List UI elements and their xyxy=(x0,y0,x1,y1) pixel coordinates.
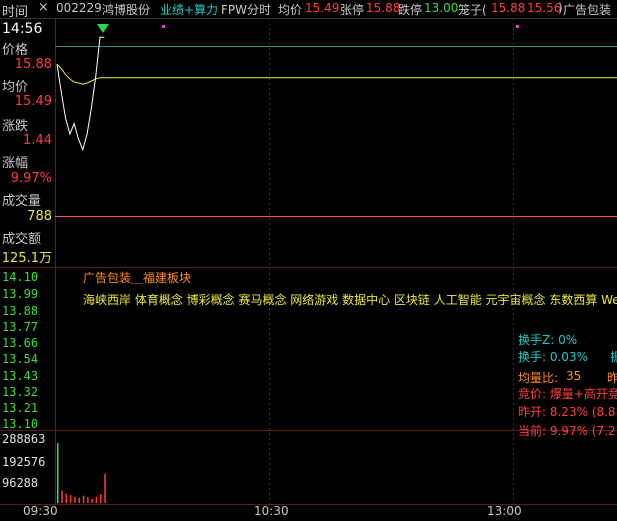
price-line xyxy=(56,36,105,152)
volume-bar xyxy=(69,495,72,503)
turnover: 换手: 0.03% xyxy=(518,350,588,364)
volume-bar xyxy=(57,443,59,503)
volume-bar xyxy=(78,497,80,503)
current-change: 当前: 9.97% (7.2 xyxy=(518,424,616,438)
vol-ratio-label: 均量比: xyxy=(518,371,559,385)
volume-bar xyxy=(61,490,63,503)
turnover-extra: 振 xyxy=(610,350,617,364)
volume-bar xyxy=(104,473,106,503)
volume-bar xyxy=(87,497,89,503)
volume-bar xyxy=(91,498,93,503)
marker-dot xyxy=(162,25,165,28)
concept-list[interactable]: 海峡西岸 体育概念 博彩概念 赛马概念 网络游戏 数据中心 区块链 人工智能 元… xyxy=(83,291,617,308)
marker-dot xyxy=(516,25,519,28)
turnover-z: 换手Z: 0% xyxy=(518,333,578,347)
volume-bar xyxy=(95,496,98,503)
vol-ratio-value: 35 xyxy=(566,369,582,383)
bid-info: 竞价: 爆量+高开竞 xyxy=(518,387,617,401)
prev-open: 昨开: 8.23% (8.8 xyxy=(518,405,616,419)
volume-bar xyxy=(65,493,68,503)
avg-price-line xyxy=(56,63,617,85)
volume-bars xyxy=(57,443,106,503)
sector-title[interactable]: 广告包装＿福建板块 xyxy=(83,269,191,286)
intraday-chart[interactable] xyxy=(0,0,617,521)
volume-bar xyxy=(74,496,76,503)
vol-ratio-extra: 昨 xyxy=(607,371,617,385)
volume-bar xyxy=(100,494,102,503)
limit-up-triangle-icon xyxy=(97,24,109,33)
volume-bar xyxy=(82,495,85,503)
